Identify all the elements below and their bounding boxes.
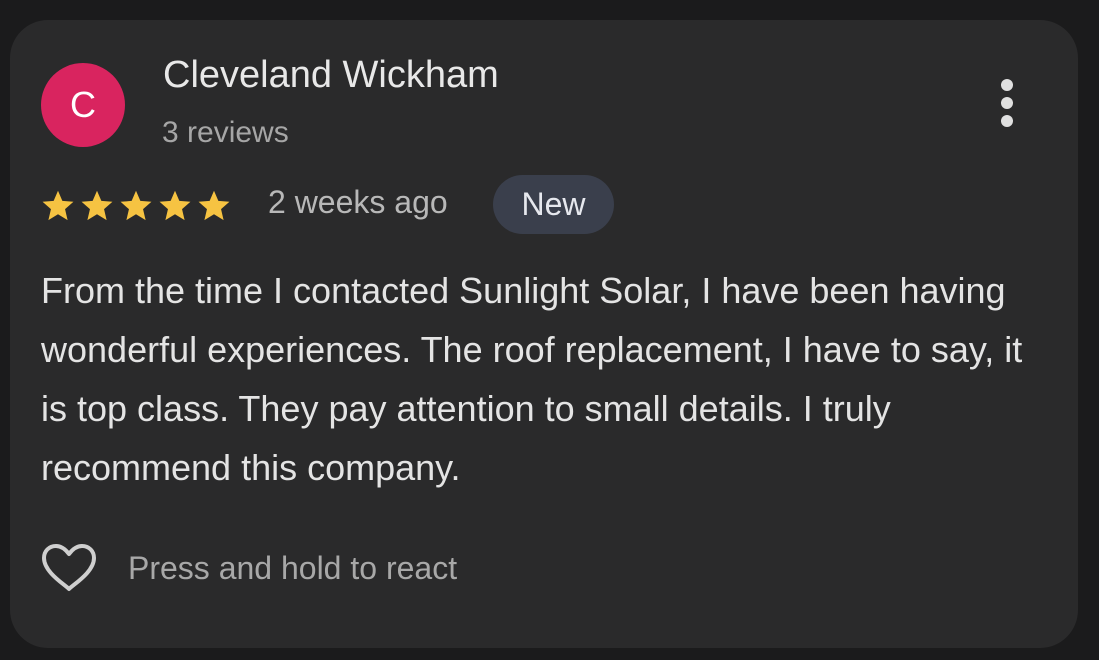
more-vert-icon-dot — [1001, 115, 1013, 127]
author-review-count[interactable]: 3 reviews — [162, 116, 289, 150]
heart-outline-icon — [40, 543, 98, 593]
author-name[interactable]: Cleveland Wickham — [163, 54, 499, 97]
star-rating — [40, 188, 232, 224]
star-icon — [79, 188, 115, 224]
review-text: From the time I contacted Sunlight Solar… — [41, 270, 1023, 488]
star-icon — [118, 188, 154, 224]
avatar[interactable]: C — [41, 63, 125, 147]
more-options-button[interactable] — [988, 76, 1028, 132]
more-vert-icon-dot — [1001, 97, 1013, 109]
new-badge: New — [493, 175, 614, 234]
review-time: 2 weeks ago — [268, 184, 448, 220]
star-icon — [196, 188, 232, 224]
react-label: Press and hold to react — [128, 549, 458, 586]
react-button[interactable]: Press and hold to react — [40, 538, 457, 598]
review-card: C Cleveland Wickham 3 reviews 2 weeks ag… — [10, 20, 1078, 648]
more-vert-icon-dot — [1001, 79, 1013, 91]
star-icon — [40, 188, 76, 224]
star-icon — [157, 188, 193, 224]
